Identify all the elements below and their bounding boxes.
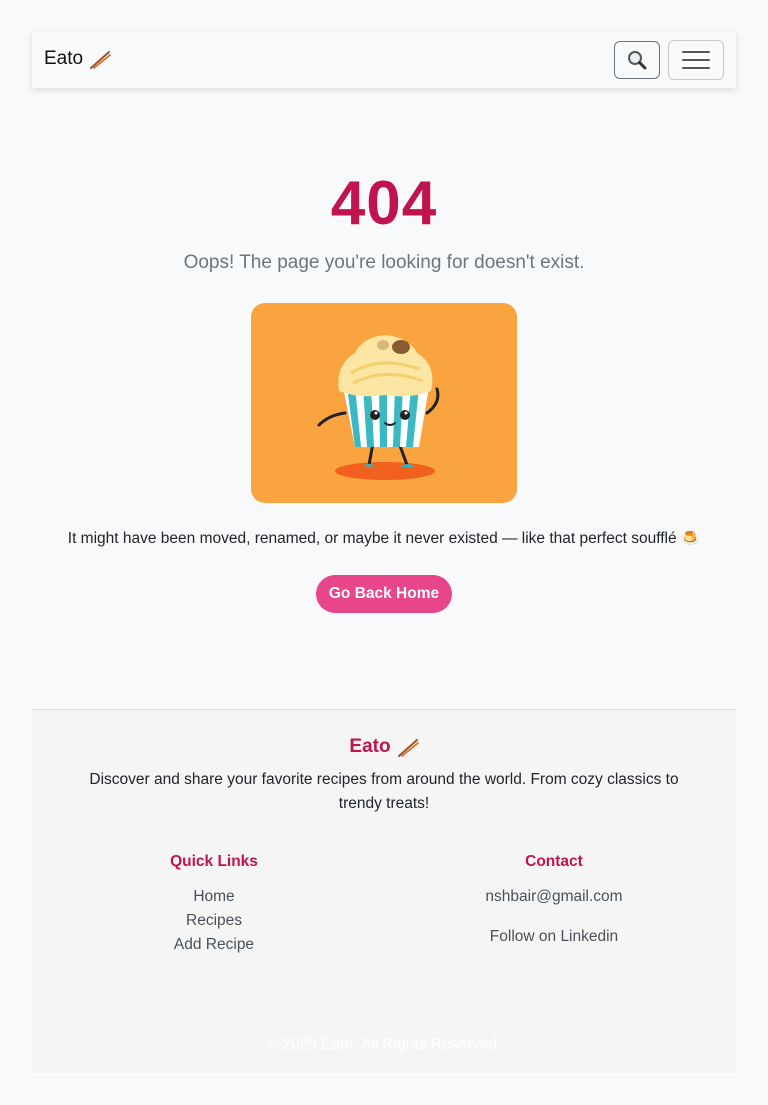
- search-button[interactable]: [614, 41, 660, 79]
- contact-title: Contact: [525, 853, 583, 870]
- footer-link-recipes[interactable]: Recipes: [64, 909, 364, 933]
- linkedin-link[interactable]: Follow on Linkedin: [404, 925, 704, 949]
- brand-name: Eato: [44, 48, 84, 69]
- search-icon: [628, 51, 647, 70]
- error-description: It might have been moved, renamed, or ma…: [67, 530, 701, 547]
- footer-link-add-recipe[interactable]: Add Recipe: [64, 933, 364, 957]
- hamburger-line: [682, 67, 710, 69]
- quick-links-title: Quick Links: [170, 853, 258, 870]
- go-back-home-button[interactable]: Go Back Home: [316, 575, 452, 613]
- chopsticks-icon: [90, 51, 111, 69]
- hamburger-menu-icon: [682, 51, 710, 53]
- error-code: 404: [330, 169, 438, 238]
- navbar-toggler-button[interactable]: [668, 40, 724, 80]
- footer-description: Discover and share your favorite recipes…: [89, 771, 679, 812]
- footer-brand: Eato: [32, 736, 736, 758]
- navbar-brand[interactable]: Eato: [44, 48, 111, 70]
- chopsticks-icon: [397, 739, 419, 757]
- quick-links-section: Quick Links Home Recipes Add Recipe: [64, 853, 364, 957]
- dancing-cupcake-illustration: [251, 303, 517, 503]
- hamburger-line: [682, 59, 710, 61]
- contact-section: Contact nshbair@gmail.com Follow on Link…: [404, 853, 704, 949]
- navbar: Eato: [32, 32, 736, 88]
- footer: Eato Discover and share your favorite re…: [32, 709, 736, 1073]
- footer-link-home[interactable]: Home: [64, 885, 364, 909]
- contact-email-link[interactable]: nshbair@gmail.com: [404, 885, 704, 909]
- error-message: Oops! The page you're looking for doesn'…: [183, 252, 585, 273]
- copyright: © 2025 Eato. All Rights Reserved.: [266, 1036, 502, 1053]
- footer-brand-name: Eato: [349, 736, 391, 757]
